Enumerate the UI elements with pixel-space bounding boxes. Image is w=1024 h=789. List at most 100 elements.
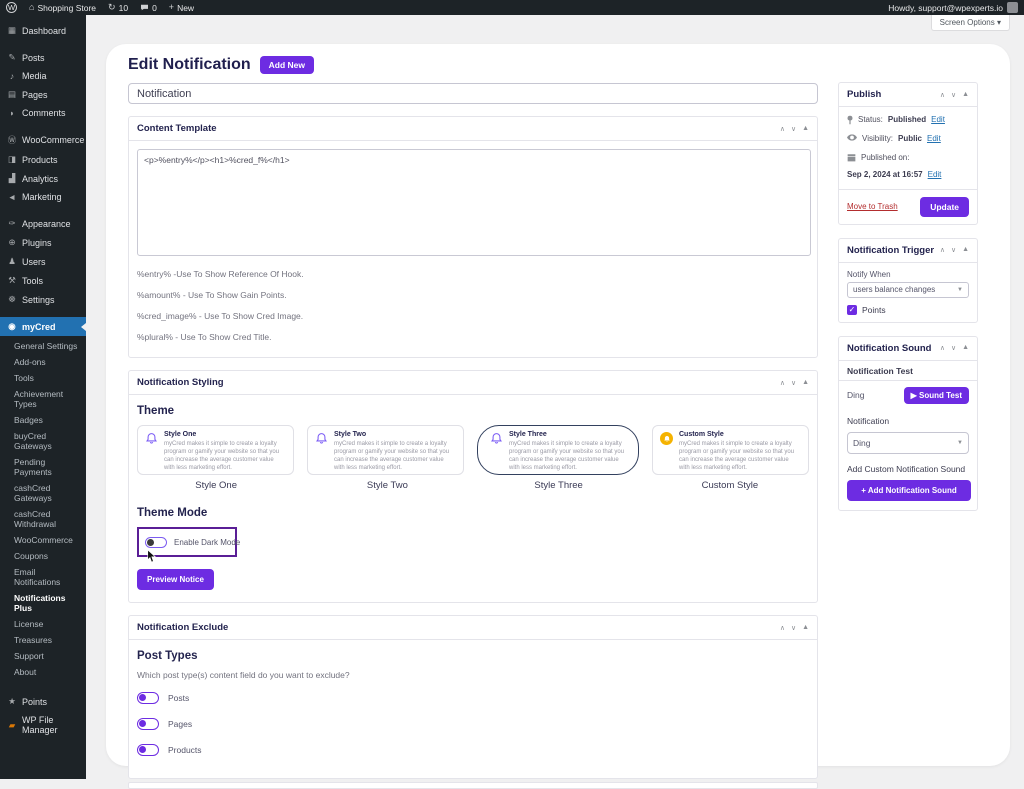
move-to-trash-link[interactable]: Move to Trash — [847, 202, 898, 211]
wordpress-logo-icon: W — [6, 2, 17, 13]
panel-down-icon[interactable]: ∨ — [791, 379, 796, 387]
panel-up-icon[interactable]: ∧ — [940, 344, 945, 352]
hint-plural: %plural% - Use To Show Cred Title. — [137, 332, 272, 342]
submenu-support[interactable]: Support — [0, 648, 86, 664]
sidebar-item-comments[interactable]: ◗ Comments — [0, 104, 86, 122]
notify-when-select[interactable]: users balance changes ▼ — [847, 281, 969, 298]
edit-visibility-link[interactable]: Edit — [927, 133, 941, 144]
new-content-menu[interactable]: + New — [163, 0, 200, 15]
submenu-pending-payments[interactable]: Pending Payments — [0, 454, 86, 480]
theme-card-style-one[interactable]: Style One myCred makes it simple to crea… — [137, 425, 294, 475]
panel-down-icon[interactable]: ∨ — [951, 344, 956, 352]
pin-icon — [847, 115, 853, 125]
submenu-about[interactable]: About — [0, 664, 86, 680]
submenu-buycred-gateways[interactable]: buyCred Gateways — [0, 428, 86, 454]
submenu-tools[interactable]: Tools — [0, 370, 86, 386]
hint-amount: %amount% - Use To Show Gain Points. — [137, 290, 287, 300]
panel-up-icon[interactable]: ∧ — [940, 246, 945, 254]
update-button[interactable]: Update — [920, 196, 969, 217]
notification-title-input[interactable] — [128, 83, 818, 104]
sidebar-label: Posts — [22, 52, 45, 63]
sidebar-item-users[interactable]: ♟ Users — [0, 252, 86, 271]
panel-collapse-icon[interactable]: ▲ — [802, 379, 809, 387]
exclude-pages-toggle[interactable] — [137, 718, 159, 730]
comments-menu[interactable]: 0 — [134, 0, 163, 15]
status-value: Published — [887, 115, 927, 124]
sidebar-item-products[interactable]: ◨ Products — [0, 150, 86, 169]
panel-collapse-icon[interactable]: ▲ — [962, 344, 969, 352]
howdy-account-menu[interactable]: Howdy, support@wpexperts.io — [888, 3, 1003, 13]
submenu-treasures[interactable]: Treasures — [0, 632, 86, 648]
calendar-icon — [847, 154, 856, 162]
submenu-badges[interactable]: Badges — [0, 412, 86, 428]
exclude-posts-toggle[interactable] — [137, 692, 159, 704]
cursor-pointer-icon — [147, 550, 156, 562]
edit-status-link[interactable]: Edit — [931, 114, 945, 125]
panel-down-icon[interactable]: ∨ — [791, 125, 796, 133]
dark-mode-toggle[interactable] — [145, 536, 167, 548]
panel-down-icon[interactable]: ∨ — [951, 91, 956, 99]
submenu-general-settings[interactable]: General Settings — [0, 338, 86, 354]
updates-menu[interactable]: ↻ 10 — [102, 0, 134, 15]
visibility-row: Visibility: Public Edit — [847, 133, 969, 144]
theme-card-style-three-selected[interactable]: Style Three myCred makes it simple to cr… — [477, 425, 639, 475]
content-template-textarea[interactable]: <p>%entry%</p><h1>%cred_f%</h1> — [137, 149, 811, 256]
panel-collapse-icon[interactable]: ▲ — [802, 624, 809, 632]
screen-options-tab[interactable]: Screen Options ▾ — [930, 15, 1010, 31]
submenu-license[interactable]: License — [0, 616, 86, 632]
submenu-cashcred-gateways[interactable]: cashCred Gateways — [0, 480, 86, 506]
panel-collapse-icon[interactable]: ▲ — [962, 91, 969, 99]
exclude-posts-label: Posts — [168, 693, 190, 703]
sidebar-item-settings[interactable]: ☸ Settings — [0, 290, 86, 309]
submenu-add-ons[interactable]: Add-ons — [0, 354, 86, 370]
submenu-woocommerce[interactable]: WooCommerce — [0, 532, 86, 548]
site-name-menu[interactable]: ⌂ Shopping Store — [23, 0, 102, 15]
panel-up-icon[interactable]: ∧ — [780, 379, 785, 387]
panel-up-icon[interactable]: ∧ — [940, 91, 945, 99]
points-checkbox[interactable]: ✓ — [847, 304, 857, 315]
sidebar-item-points[interactable]: ★ Points — [0, 692, 86, 711]
submenu-coupons[interactable]: Coupons — [0, 548, 86, 564]
sidebar-item-posts[interactable]: ✎ Posts — [0, 48, 86, 67]
panel-down-icon[interactable]: ∨ — [791, 624, 796, 632]
sidebar-item-wp-file-manager[interactable]: ▰ WP File Manager — [0, 711, 86, 739]
panel-down-icon[interactable]: ∨ — [951, 246, 956, 254]
edit-published-link[interactable]: Edit — [928, 169, 942, 180]
admin-bar: W ⌂ Shopping Store ↻ 10 0 + New Howdy, s… — [0, 0, 1024, 15]
sidebar-item-plugins[interactable]: ⊕ Plugins — [0, 233, 86, 252]
panel-collapse-icon[interactable]: ▲ — [802, 125, 809, 133]
notification-exclude-panel: Notification Exclude ∧ ∨ ▲ Post Types Wh… — [128, 615, 818, 779]
theme-card-style-two[interactable]: Style Two myCred makes it simple to crea… — [307, 425, 464, 475]
submenu-notifications-plus[interactable]: Notifications Plus — [0, 590, 86, 616]
sidebar-item-appearance[interactable]: ✑ Appearance — [0, 214, 86, 233]
notification-styling-panel: Notification Styling ∧ ∨ ▲ Theme Style O… — [128, 370, 818, 603]
panel-collapse-icon[interactable]: ▲ — [962, 246, 969, 254]
sidebar-item-woocommerce[interactable]: Ⓦ WooCommerce — [0, 130, 86, 150]
add-notification-sound-button[interactable]: + Add Notification Sound — [847, 479, 971, 501]
sidebar-item-media[interactable]: ♪ Media — [0, 67, 86, 85]
sidebar-item-mycred[interactable]: ◉ myCred — [0, 317, 86, 336]
sidebar-item-analytics[interactable]: ▟ Analytics — [0, 169, 86, 188]
theme-card-custom-style[interactable]: Custom Style myCred makes it simple to c… — [652, 425, 809, 475]
add-new-button[interactable]: Add New — [259, 56, 315, 74]
status-label: Status: — [858, 115, 883, 124]
sidebar-item-dashboard[interactable]: ▦ Dashboard — [0, 21, 86, 40]
notification-sound-select[interactable]: Ding ▼ — [847, 431, 969, 454]
sidebar-item-pages[interactable]: ▤ Pages — [0, 85, 86, 104]
user-avatar[interactable] — [1007, 2, 1018, 13]
publish-box: Publish ∧ ∨ ▲ Status: Published Edit Vis… — [838, 82, 978, 225]
exclude-products-toggle[interactable] — [137, 744, 159, 756]
wp-logo-menu[interactable]: W — [0, 0, 23, 15]
preview-notice-button[interactable]: Preview Notice — [137, 569, 214, 590]
submenu-achievement-types[interactable]: Achievement Types — [0, 386, 86, 412]
submenu-cashcred-withdrawal[interactable]: cashCred Withdrawal — [0, 506, 86, 532]
submenu-email-notifications[interactable]: Email Notifications — [0, 564, 86, 590]
panel-up-icon[interactable]: ∧ — [780, 125, 785, 133]
sound-test-button[interactable]: ▶ Sound Test — [903, 386, 969, 404]
theme-label-style-two: Style Two — [366, 480, 408, 491]
theme-card-name: Style Two — [334, 431, 367, 438]
sidebar-item-tools[interactable]: ⚒ Tools — [0, 271, 86, 290]
panel-up-icon[interactable]: ∧ — [780, 624, 785, 632]
sidebar-item-marketing[interactable]: ◄ Marketing — [0, 188, 86, 206]
theme-card-description: myCred makes it simple to create a loyal… — [164, 441, 280, 472]
